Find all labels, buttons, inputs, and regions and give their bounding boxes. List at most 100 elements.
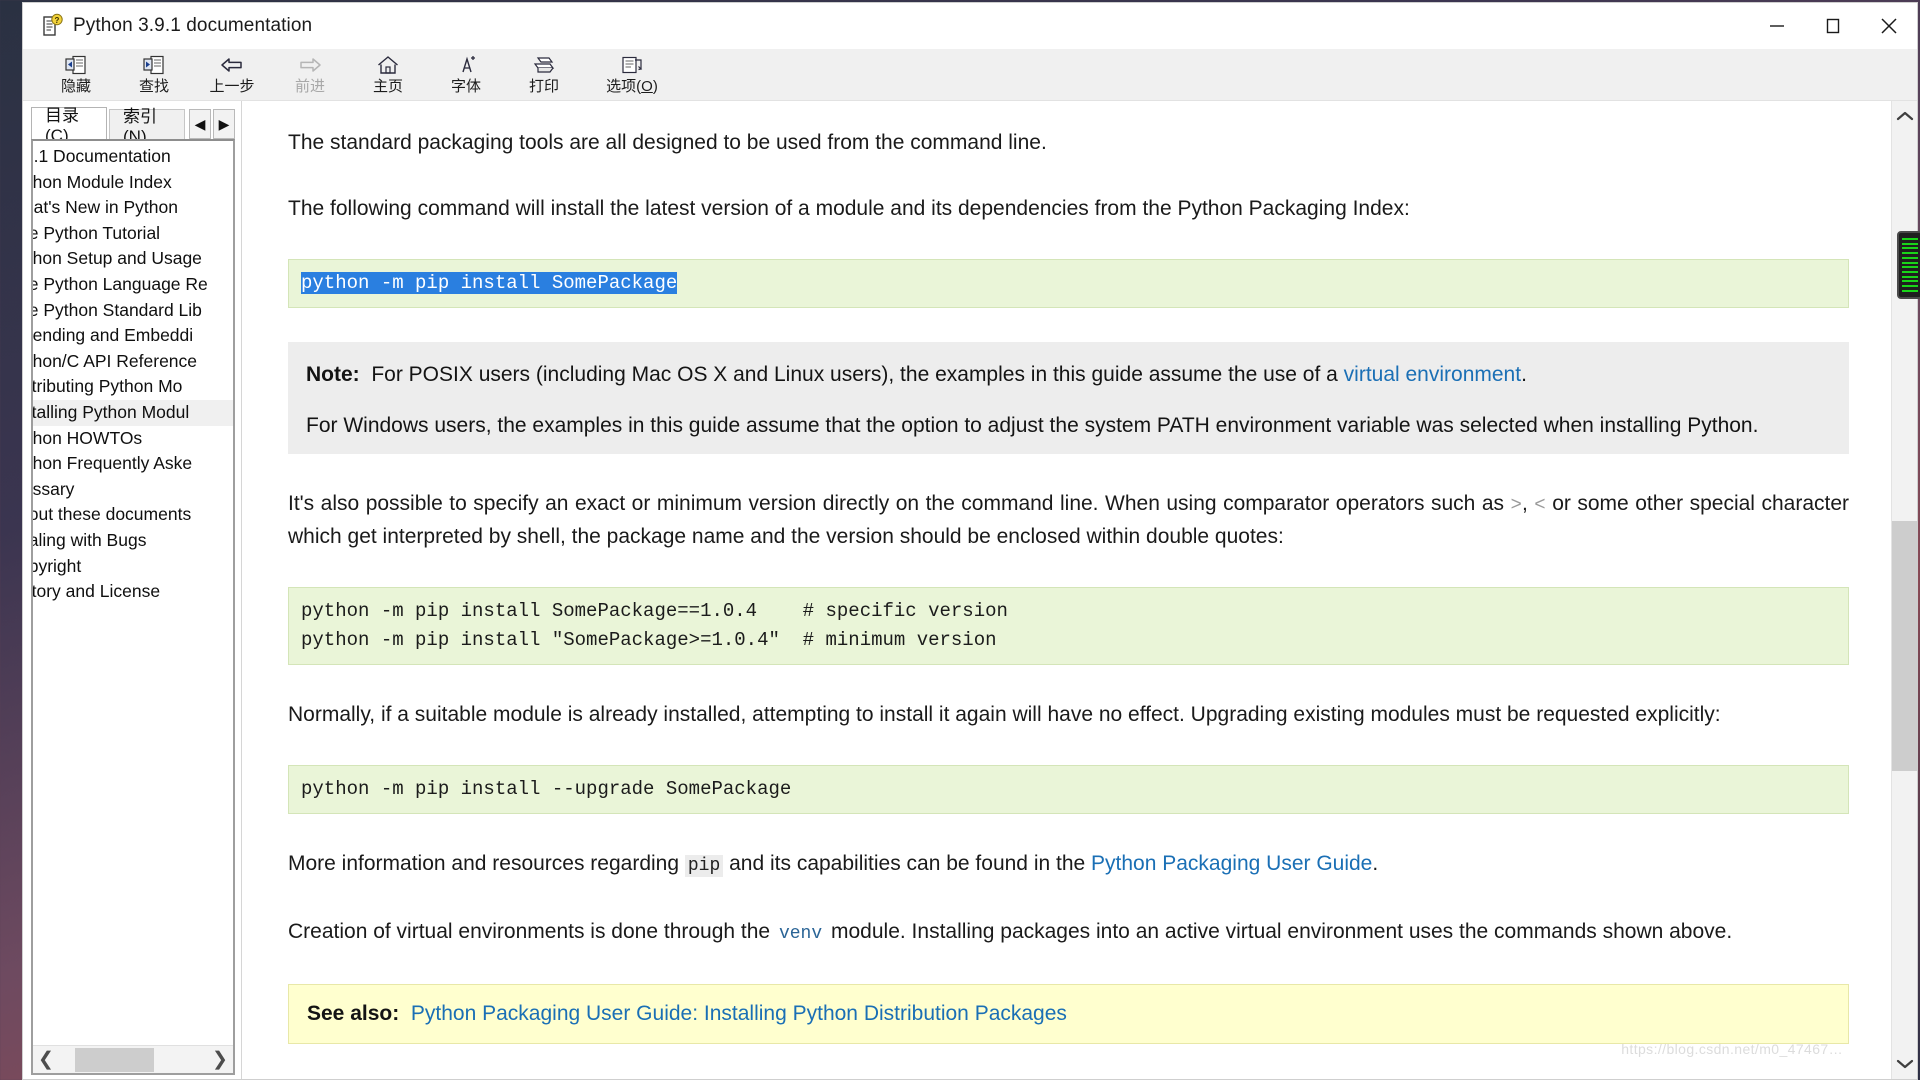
minimize-button[interactable] bbox=[1749, 3, 1805, 49]
code-block-upgrade[interactable]: python -m pip install --upgrade SomePack… bbox=[288, 765, 1849, 814]
tab-contents[interactable]: 目录(C) bbox=[31, 106, 107, 145]
code-block-install-somepackage[interactable]: python -m pip install SomePackage bbox=[288, 259, 1849, 308]
chevron-left-icon[interactable]: ❮ bbox=[33, 1047, 59, 1073]
toolbar-button-font[interactable]: 字体 bbox=[427, 51, 505, 101]
body-split: 目录(C) 索引(N) ◀ ▶ .9.1 Documentation ython … bbox=[23, 101, 1920, 1079]
toc-item[interactable]: ython Setup and Usage bbox=[33, 246, 233, 272]
toc-item[interactable]: ython Frequently Aske bbox=[33, 451, 233, 477]
toolbar-button-print[interactable]: 打印 bbox=[505, 51, 583, 101]
document-vertical-scrollbar[interactable] bbox=[1891, 101, 1920, 1079]
virtual-environment-link[interactable]: virtual environment bbox=[1344, 363, 1521, 386]
toc-item[interactable]: bout these documents bbox=[33, 502, 233, 528]
forward-arrow-icon bbox=[297, 53, 323, 77]
toolbar-button-back[interactable]: 上一步 bbox=[193, 51, 271, 101]
triangle-left-icon[interactable]: ◀ bbox=[189, 109, 211, 139]
cursor-bars-icon bbox=[1902, 238, 1918, 292]
toc-item[interactable]: ython HOWTOs bbox=[33, 426, 233, 452]
watermark-text: https://blog.csdn.net/m0_47467… bbox=[1621, 1041, 1843, 1057]
content-pane: The standard packaging tools are all des… bbox=[241, 101, 1920, 1079]
close-button[interactable] bbox=[1861, 3, 1917, 49]
paragraph-comparator-operators: It's also possible to specify an exact o… bbox=[288, 488, 1849, 553]
see-also-label: See also: bbox=[307, 1002, 400, 1025]
toolbar: 隐藏 查找 上一步 前进 主页 字体 打印 选项(O) bbox=[23, 49, 1917, 101]
help-viewer-window: ? Python 3.9.1 documentation 隐藏 查找 上一步 前… bbox=[22, 2, 1920, 1080]
more-info-text-before: More information and resources regarding bbox=[288, 852, 685, 875]
toolbar-label-options: 选项(O) bbox=[606, 78, 658, 95]
note-line-posix: Note: For POSIX users (including Mac OS … bbox=[306, 358, 1831, 391]
toc-item[interactable]: istributing Python Mo bbox=[33, 374, 233, 400]
toc-horizontal-scrollbar[interactable]: ❮ ❯ bbox=[33, 1045, 233, 1073]
tab-index[interactable]: 索引(N) bbox=[109, 107, 185, 146]
toc-frame: .9.1 Documentation ython Module Index/hat… bbox=[31, 139, 235, 1075]
section-heading-how-do-i: How do I … ? bbox=[288, 1078, 1849, 1079]
toc-item[interactable]: lossary bbox=[33, 477, 233, 503]
inline-code-venv: venv bbox=[778, 924, 823, 944]
title-bar: ? Python 3.9.1 documentation bbox=[23, 3, 1917, 49]
chevron-down-icon[interactable] bbox=[1892, 1051, 1918, 1077]
vertical-scrollbar-thumb[interactable] bbox=[1892, 521, 1918, 771]
toc-item[interactable]: /hat's New in Python bbox=[33, 195, 233, 221]
toc-hscroll-thumb[interactable] bbox=[75, 1048, 154, 1072]
toolbar-button-home[interactable]: 主页 bbox=[349, 51, 427, 101]
toc-list[interactable]: .9.1 Documentation ython Module Index/hat… bbox=[33, 141, 233, 1045]
toc-item[interactable]: opyright bbox=[33, 554, 233, 580]
note-label: Note: bbox=[306, 363, 360, 386]
comparator-text-before: It's also possible to specify an exact o… bbox=[288, 492, 1511, 515]
note-line-windows: For Windows users, the examples in this … bbox=[306, 414, 1759, 437]
packaging-user-guide-link[interactable]: Python Packaging User Guide bbox=[1091, 852, 1372, 875]
venv-text-before: Creation of virtual environments is done… bbox=[288, 920, 776, 943]
paragraph-standard-tools: The standard packaging tools are all des… bbox=[288, 131, 1047, 154]
triangle-right-icon[interactable]: ▶ bbox=[213, 109, 235, 139]
more-info-text-mid: and its capabilities can be found in the bbox=[723, 852, 1092, 875]
more-info-text-after: . bbox=[1372, 852, 1379, 875]
font-icon bbox=[454, 53, 478, 77]
toc-item[interactable]: he Python Standard Lib bbox=[33, 298, 233, 324]
paragraph-virtual-environments: Creation of virtual environments is done… bbox=[288, 916, 1849, 950]
window-title: Python 3.9.1 documentation bbox=[73, 15, 313, 36]
toc-item[interactable]: he Python Tutorial bbox=[33, 221, 233, 247]
home-icon bbox=[376, 53, 400, 77]
toolbar-label-font: 字体 bbox=[450, 78, 481, 95]
see-also-admonition: See also: Python Packaging User Guide: I… bbox=[288, 984, 1849, 1044]
toc-item[interactable]: he Python Language Re bbox=[33, 272, 233, 298]
printer-icon bbox=[532, 53, 556, 77]
document-body: The standard packaging tools are all des… bbox=[242, 101, 1891, 1079]
toc-item[interactable]: istory and License bbox=[33, 579, 233, 605]
search-pane-icon bbox=[143, 53, 165, 77]
chevron-up-icon[interactable] bbox=[1892, 103, 1918, 129]
toc-item[interactable]: ython/C API Reference bbox=[33, 349, 233, 375]
code-line-specific-version: python -m pip install SomePackage==1.0.4… bbox=[301, 600, 1008, 622]
toolbar-label-home: 主页 bbox=[372, 78, 403, 95]
toc-item[interactable]: .9.1 Documentation bbox=[33, 144, 233, 170]
maximize-button[interactable] bbox=[1805, 3, 1861, 49]
toc-item[interactable]: istalling Python Modul bbox=[33, 399, 233, 426]
toolbar-button-forward[interactable]: 前进 bbox=[271, 51, 349, 101]
toolbar-button-search[interactable]: 查找 bbox=[115, 51, 193, 101]
inline-code-pip: pip bbox=[684, 855, 724, 877]
mouse-cursor-indicator bbox=[1897, 231, 1920, 299]
options-icon bbox=[621, 53, 643, 77]
note-text-after: . bbox=[1521, 363, 1527, 386]
toolbar-button-options[interactable]: 选项(O) bbox=[583, 51, 681, 101]
code-line-minimum-version: python -m pip install "SomePackage>=1.0.… bbox=[301, 629, 997, 651]
window-controls bbox=[1749, 3, 1917, 49]
note-text-before: For POSIX users (including Mac OS X and … bbox=[371, 363, 1344, 386]
toolbar-button-hide[interactable]: 隐藏 bbox=[37, 51, 115, 101]
venv-text-after: module. Installing packages into an acti… bbox=[825, 920, 1733, 943]
navigation-tabstrip: 目录(C) 索引(N) ◀ ▶ bbox=[31, 106, 235, 146]
svg-text:?: ? bbox=[55, 16, 60, 25]
toc-item[interactable]: ython Module Index bbox=[33, 170, 233, 196]
toc-item[interactable]: ealing with Bugs bbox=[33, 528, 233, 554]
operator-greater-than: > bbox=[1510, 494, 1522, 516]
code-line-upgrade: python -m pip install --upgrade SomePack… bbox=[301, 778, 792, 800]
toolbar-label-print: 打印 bbox=[528, 78, 559, 95]
see-also-link[interactable]: Python Packaging User Guide: Installing … bbox=[411, 1002, 1067, 1025]
comparator-comma: , bbox=[1521, 492, 1535, 515]
chevron-right-icon[interactable]: ❯ bbox=[207, 1047, 233, 1073]
note-admonition: Note: For POSIX users (including Mac OS … bbox=[288, 342, 1849, 454]
paragraph-upgrading: Normally, if a suitable module is alread… bbox=[288, 703, 1721, 726]
code-block-version-specifiers[interactable]: python -m pip install SomePackage==1.0.4… bbox=[288, 587, 1849, 665]
navigation-pane: 目录(C) 索引(N) ◀ ▶ .9.1 Documentation ython … bbox=[23, 101, 241, 1079]
paragraph-following-command: The following command will install the l… bbox=[288, 197, 1410, 220]
toc-item[interactable]: xtending and Embeddi bbox=[33, 323, 233, 349]
